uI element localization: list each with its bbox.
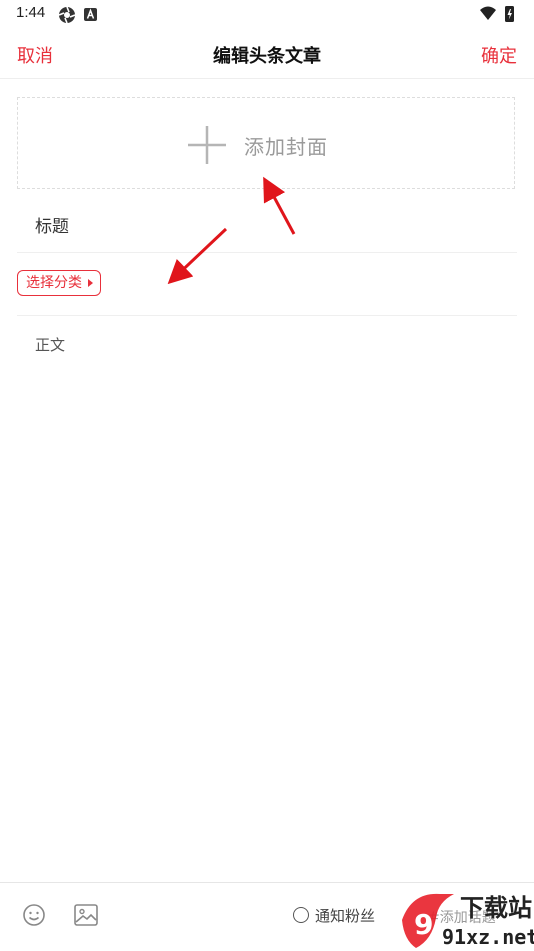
body-field[interactable]: 正文: [35, 334, 65, 355]
add-cover-label: 添加封面: [244, 135, 328, 159]
svg-text:9: 9: [414, 908, 433, 941]
status-bar: 1:44: [0, 0, 534, 30]
confirm-button[interactable]: 确定: [481, 42, 517, 68]
status-time: 1:44: [16, 4, 46, 21]
select-category-button[interactable]: 选择分类: [17, 270, 101, 296]
image-icon[interactable]: [74, 904, 98, 926]
wifi-icon: [480, 6, 496, 20]
title-field[interactable]: 标题: [17, 200, 517, 253]
emoji-icon[interactable]: [22, 903, 46, 927]
select-category-label: 选择分类: [26, 275, 82, 291]
site-watermark-logo: 9 下载站 91xz.net: [402, 893, 534, 949]
notify-fans-label: 通知粉丝: [315, 907, 376, 925]
accessibility-icon: [84, 8, 97, 21]
header-bar: 取消 编辑头条文章 确定: [0, 30, 534, 79]
triangle-right-icon: [88, 279, 93, 287]
add-cover-button[interactable]: 添加封面: [17, 97, 515, 189]
settings-icon: [58, 6, 76, 24]
watermark-line2: 91xz.net: [442, 925, 534, 949]
title-placeholder: 标题: [35, 217, 69, 237]
category-row: 选择分类: [17, 253, 517, 316]
status-right-icons: [480, 6, 514, 22]
plus-icon: [188, 126, 226, 164]
radio-icon: [293, 907, 309, 923]
page-title: 编辑头条文章: [213, 46, 321, 67]
watermark-line1: 下载站: [460, 894, 532, 922]
